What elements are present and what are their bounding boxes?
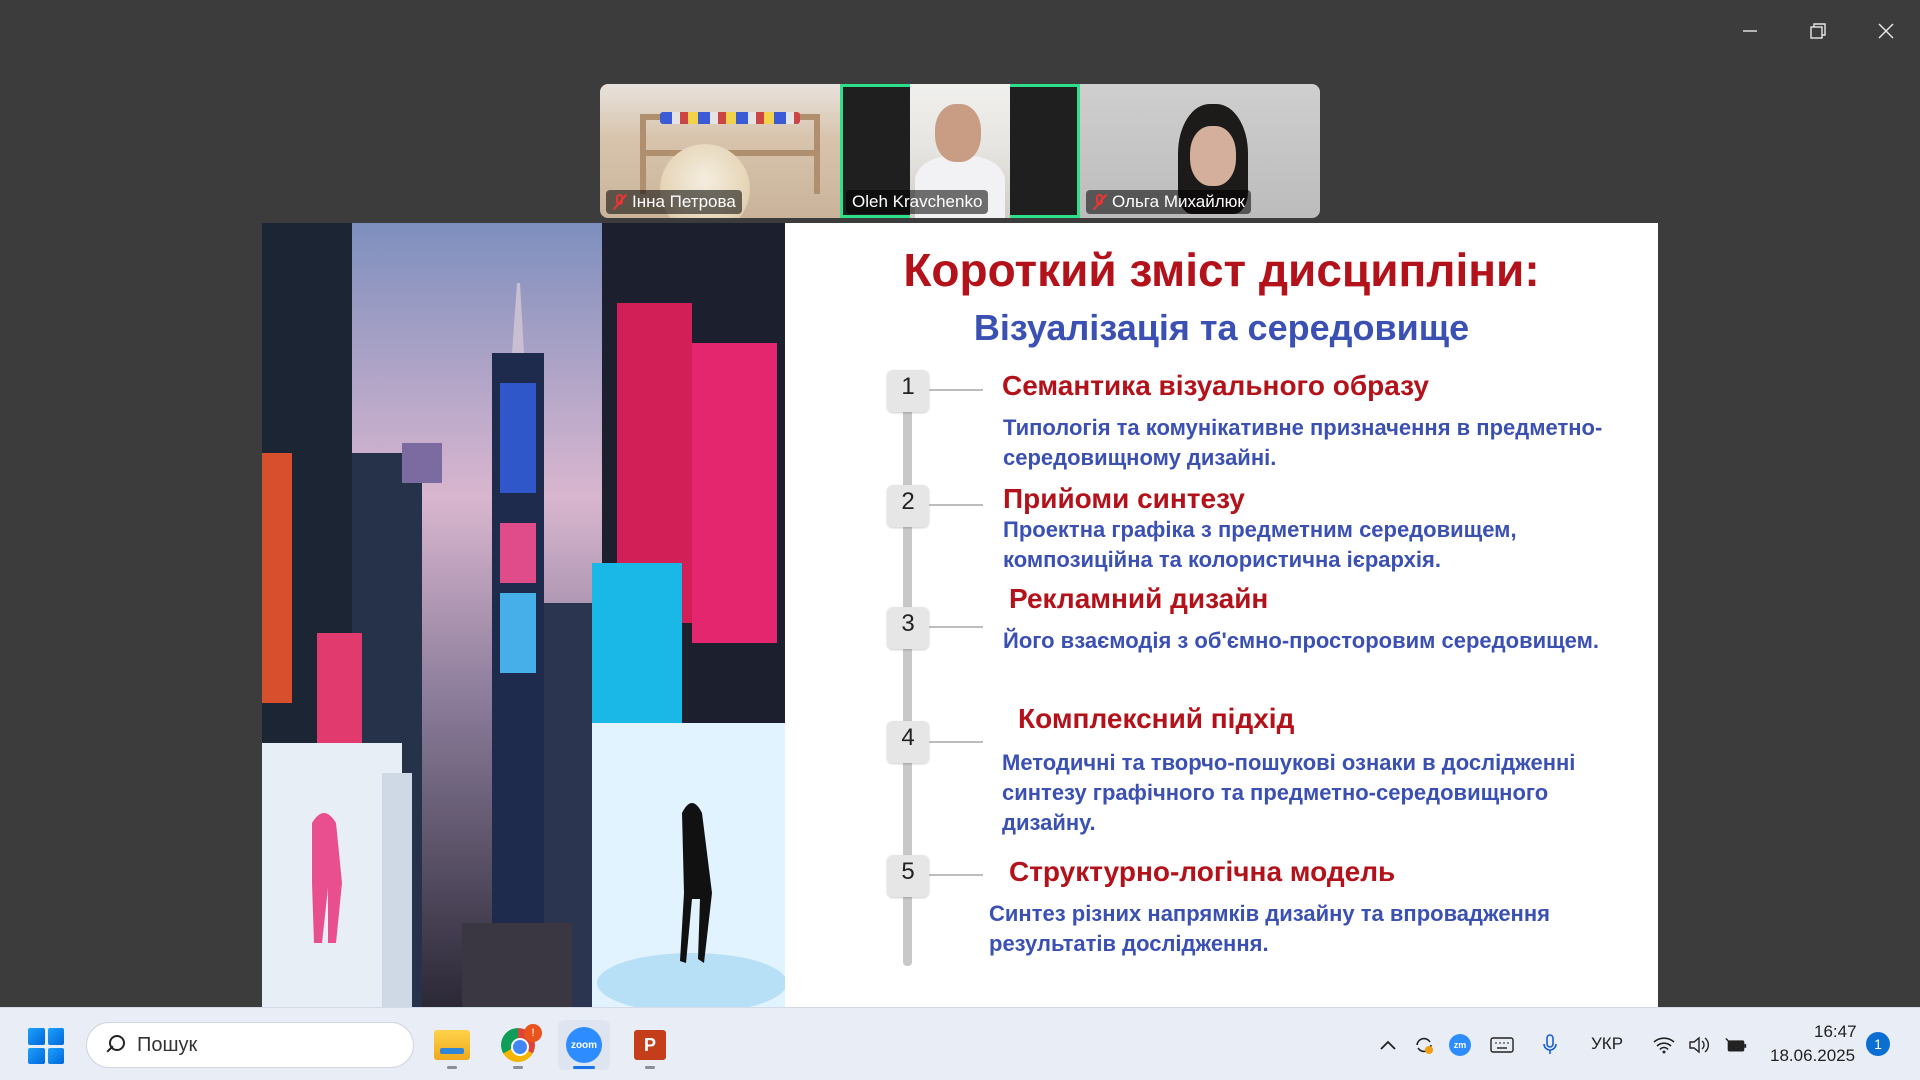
zoom-button[interactable]: zoom [558,1020,610,1070]
item-number: 4 [887,721,929,763]
keyboard-icon[interactable] [1490,1034,1514,1056]
close-icon [1878,23,1894,39]
running-indicator [513,1066,523,1069]
file-explorer-button[interactable] [426,1020,478,1070]
video-face [935,104,981,162]
volume-icon[interactable] [1688,1034,1712,1056]
item-connector [929,389,983,391]
battery-icon[interactable] [1724,1034,1748,1056]
wifi-icon[interactable] [1652,1034,1676,1056]
item-heading: Семантика візуального образу [1002,370,1429,401]
powerpoint-icon: P [634,1030,666,1060]
participant-strip: Інна Петрова Oleh Kravchenko Ольга Михай… [600,84,1320,218]
taskbar-search[interactable]: Пошук [86,1022,414,1068]
window-controls [1716,10,1920,52]
participant-name: Ольга Михайлюк [1112,192,1245,211]
input-language[interactable]: УКР [1591,1034,1623,1054]
running-indicator [573,1066,595,1069]
item-description: Синтез різних напрямків дизайну та впров… [989,901,1550,956]
clock-date[interactable]: 18.06.2025 [1770,1046,1855,1066]
running-indicator [645,1066,655,1069]
participant-tile[interactable]: Інна Петрова [600,84,840,218]
item-number: 5 [887,855,929,897]
participant-name-tag: Oleh Kravchenko [846,190,989,214]
zoom-window: Інна Петрова Oleh Kravchenko Ольга Михай… [0,0,1920,1007]
windows-logo-icon [28,1028,45,1045]
start-button[interactable] [28,1028,64,1064]
slide-title: Короткий зміст дисципліни: [903,244,1540,296]
participant-tile-active-speaker[interactable]: Oleh Kravchenko [840,84,1080,218]
minimize-icon [1743,30,1757,32]
windows-logo-pane [47,1028,64,1045]
windows-logo-pane [47,1047,64,1064]
item-connector [929,874,983,876]
item-description: Типологія та комунікативне призначення в… [1003,415,1603,470]
restore-icon [1810,23,1826,39]
zoom-tray-icon[interactable]: zm [1448,1034,1472,1056]
city-illustration [262,223,785,1007]
participant-name: Oleh Kravchenko [852,192,983,211]
powerpoint-button[interactable]: P [624,1020,676,1070]
zoom-icon: zoom [566,1027,602,1063]
taskbar: Пошук ! zoom P zm УКР 16:47 18.06.2025 [0,1007,1920,1080]
restore-button[interactable] [1784,10,1852,52]
video-face [1190,126,1236,186]
item-heading: Комплексний підхід [1018,703,1295,734]
item-connector [929,626,983,628]
item-number: 3 [887,607,929,649]
chrome-button[interactable]: ! [492,1020,544,1070]
item-description: Проектна графіка з предметним середовище… [1003,517,1517,572]
folder-icon [434,1030,470,1060]
slide-city-image [262,223,785,1007]
item-description: Методичні та творчо-пошукові ознаки в до… [1002,750,1576,835]
chrome-badge: ! [524,1024,542,1042]
mic-muted-icon [1092,193,1108,211]
notification-badge[interactable]: 1 [1866,1032,1890,1056]
item-heading: Прийоми синтезу [1003,483,1245,514]
item-heading: Структурно-логічна модель [1009,856,1396,887]
video-background-detail [660,112,800,124]
item-number: 1 [887,370,929,412]
sync-icon[interactable] [1412,1034,1436,1056]
show-hidden-icons-chevron-icon[interactable] [1376,1034,1400,1056]
participant-name: Інна Петрова [632,192,736,211]
mic-muted-icon [612,193,628,211]
microphone-icon[interactable] [1538,1034,1562,1056]
participant-name-tag: Інна Петрова [606,190,742,214]
item-description: Його взаємодія з об'ємно-просторовим сер… [1003,628,1600,653]
item-heading: Рекламний дизайн [1009,583,1269,614]
clock-time[interactable]: 16:47 [1814,1022,1857,1042]
participant-name-tag: Ольга Михайлюк [1086,190,1251,214]
participant-tile[interactable]: Ольга Михайлюк [1080,84,1320,218]
item-number: 2 [887,485,929,527]
zoom-tray-label: zm [1449,1034,1471,1056]
windows-logo-pane [28,1047,45,1064]
slide-subtitle: Візуалізація та середовище [973,307,1470,348]
running-indicator [447,1066,457,1069]
shared-screen-slide: Короткий зміст дисципліни: Візуалізація … [262,223,1658,1007]
search-placeholder: Пошук [137,1033,198,1056]
minimize-button[interactable] [1716,10,1784,52]
search-icon [105,1035,125,1055]
item-connector [929,504,983,506]
item-connector [929,741,983,743]
close-button[interactable] [1852,10,1920,52]
